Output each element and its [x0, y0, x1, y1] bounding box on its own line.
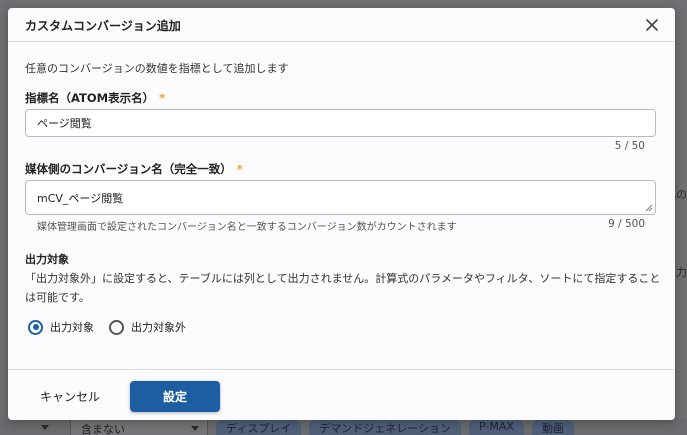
output-target-title: 出力対象 — [25, 253, 69, 266]
background-select-value: 含まない — [81, 423, 125, 435]
dialog-description: 任意のコンバージョンの数値を指標として追加します — [25, 62, 289, 75]
media-conversion-name-label-text: 媒体側のコンバージョン名（完全一致） — [25, 162, 232, 176]
required-mark: * — [159, 91, 166, 105]
chevron-down-icon — [191, 426, 199, 431]
background-chip-list: ディスプレイ デマンドジェネレーション P-MAX 動画 — [216, 419, 574, 435]
close-button[interactable] — [643, 16, 661, 34]
metric-name-counter: 5 / 50 — [614, 140, 645, 152]
close-icon — [646, 19, 658, 31]
required-mark: * — [236, 162, 243, 176]
custom-conversion-dialog: カスタムコンバージョン追加 任意のコンバージョンの数値を指標として追加します 指… — [8, 8, 675, 420]
output-target-radio-group: 出力対象 出力対象外 — [28, 319, 186, 335]
metric-name-input[interactable] — [25, 109, 656, 137]
radio-label: 出力対象外 — [131, 321, 186, 334]
cancel-button[interactable]: キャンセル — [28, 381, 112, 412]
media-conversion-name-helper: 媒体管理画面で設定されたコンバージョン名と一致するコンバージョン数がカウントされ… — [37, 222, 457, 233]
resize-grip-icon[interactable] — [645, 204, 653, 212]
media-conversion-name-textarea[interactable]: mCV_ページ閲覧 — [26, 181, 655, 214]
dialog-body: 任意のコンバージョンの数値を指標として追加します 指標名（ATOM表示名） * 5… — [8, 43, 675, 369]
background-chip: デマンドジェネレーション — [309, 419, 462, 435]
dialog-footer: キャンセル 設定 — [8, 369, 675, 420]
metric-name-label: 指標名（ATOM表示名） * — [25, 90, 165, 106]
background-chip: ディスプレイ — [216, 419, 302, 435]
submit-button[interactable]: 設定 — [130, 381, 220, 412]
background-chip: P-MAX — [469, 419, 524, 435]
media-conversion-name-counter: 9 / 500 — [608, 218, 645, 230]
media-conversion-name-label: 媒体側のコンバージョン名（完全一致） * — [25, 161, 243, 177]
radio-output-target[interactable]: 出力対象 — [28, 319, 94, 335]
chevron-down-icon — [41, 425, 49, 430]
radio-checked-icon[interactable] — [28, 319, 43, 335]
background-chip: 動画 — [531, 419, 574, 435]
radio-label: 出力対象 — [50, 321, 94, 334]
radio-output-excluded[interactable]: 出力対象外 — [109, 319, 186, 335]
background-select: 含まない — [70, 419, 208, 435]
dialog-title: カスタムコンバージョン追加 — [25, 19, 181, 33]
dialog-header: カスタムコンバージョン追加 — [8, 8, 675, 42]
metric-name-label-text: 指標名（ATOM表示名） — [25, 91, 155, 105]
radio-unchecked-icon[interactable] — [109, 319, 124, 335]
media-conversion-name-field: mCV_ページ閲覧 — [25, 180, 656, 215]
output-target-note: 「出力対象外」に設定すると、テーブルには列として出力されません。計算式のパラメー… — [25, 272, 661, 304]
